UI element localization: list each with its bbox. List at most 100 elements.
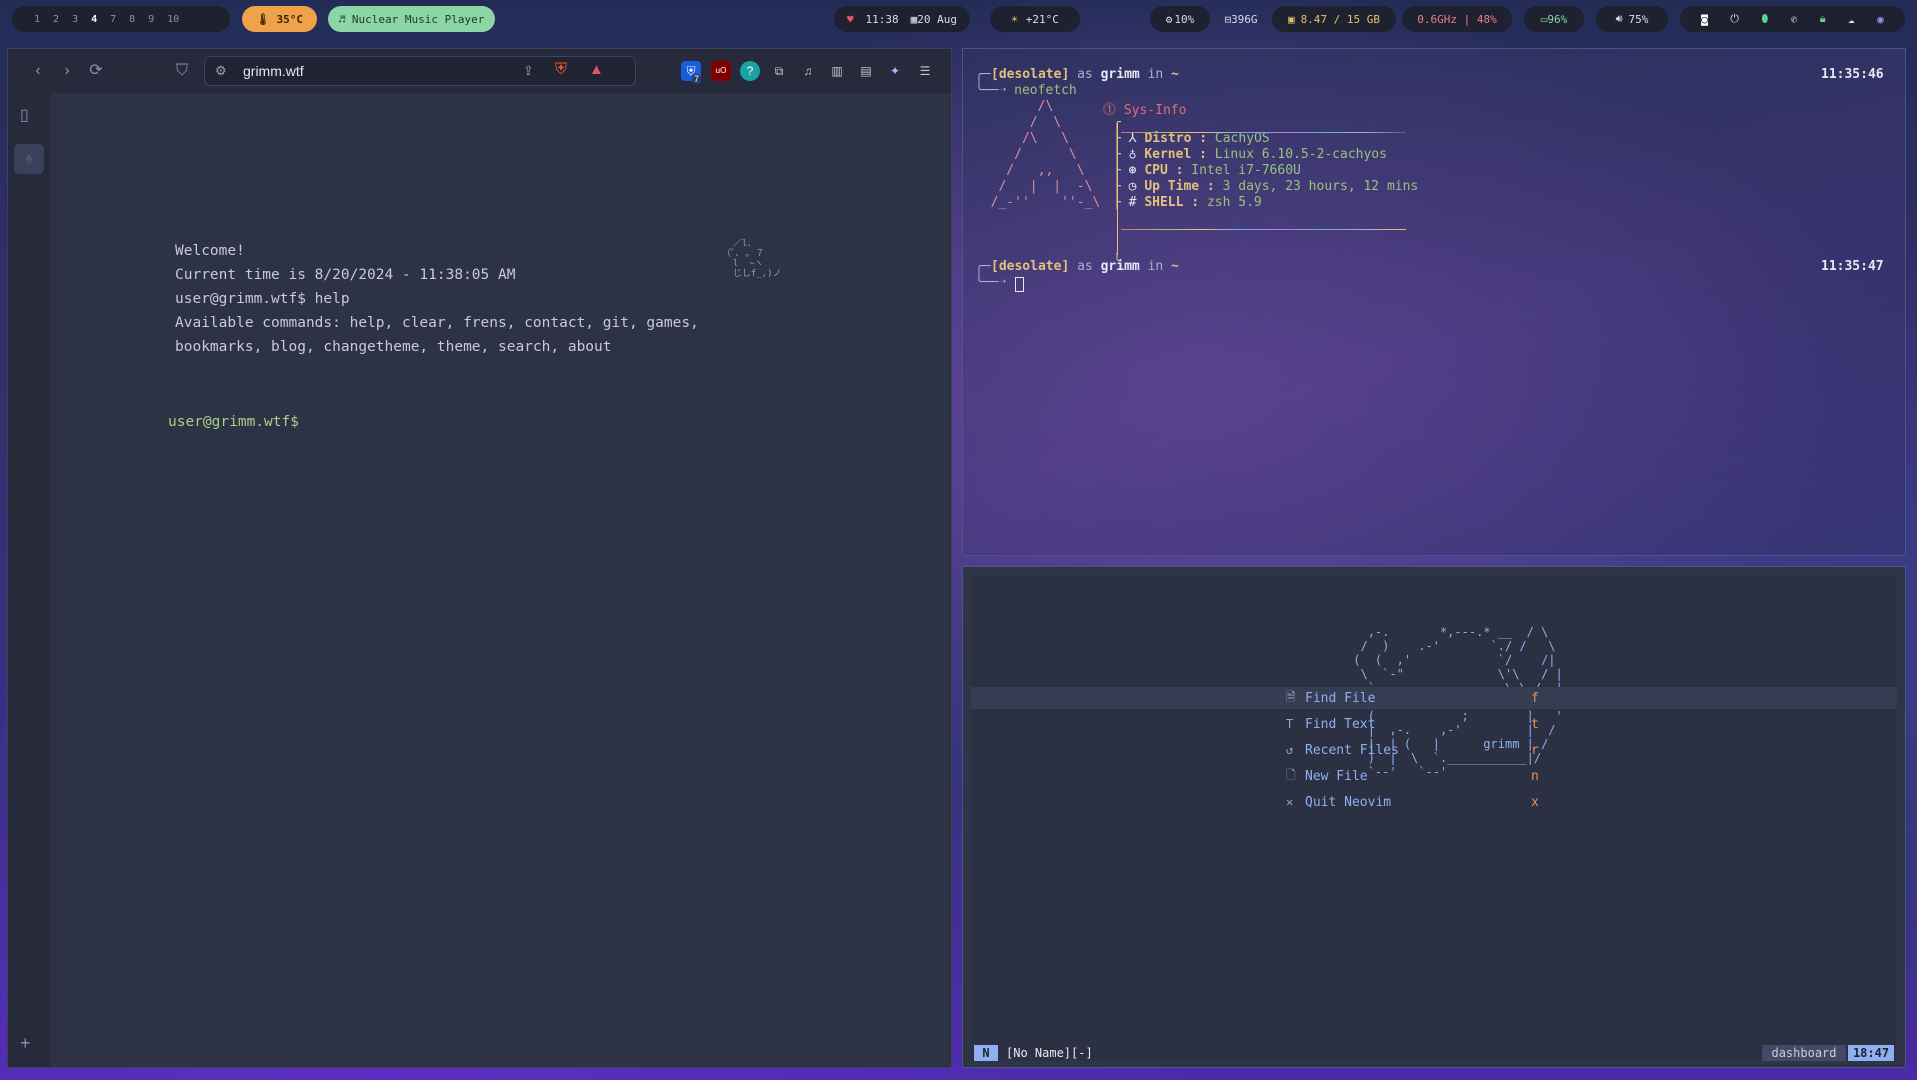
menu-row-quit[interactable]: ✕ Quit Neovim x bbox=[971, 791, 1897, 813]
disk-icon: ⊟ bbox=[1224, 12, 1232, 26]
menu-label-quit: Quit Neovim bbox=[1305, 794, 1392, 810]
menu-label-new-file: New File bbox=[1305, 768, 1368, 784]
system-tray: ◙ ⏻ ⬮ ✆ 🔒︎ ☁ ◉ bbox=[1680, 6, 1905, 32]
workspace-1[interactable]: 1 bbox=[34, 14, 40, 25]
workspace-3[interactable]: 3 bbox=[72, 14, 78, 25]
share-icon[interactable]: ⇪ bbox=[523, 63, 534, 79]
help-output-2: bookmarks, blog, changetheme, theme, sea… bbox=[175, 339, 612, 355]
color-rule-top bbox=[1121, 132, 1406, 133]
new-file-icon: 🗋 bbox=[1286, 767, 1296, 782]
distro-ascii-logo: /\ / \ /\ \ / \ / ,, \ / | | -\ /_-'' ''… bbox=[990, 99, 1101, 210]
workspace-8[interactable]: 8 bbox=[129, 14, 135, 25]
nvim-statusline: N [No Name][-] dashboard 18:47 bbox=[971, 1045, 1897, 1061]
menu-row-find-file[interactable]: 🗎 Find File f bbox=[971, 687, 1897, 709]
workspace-9[interactable]: 9 bbox=[148, 14, 154, 25]
menu-row-new-file[interactable]: 🗋 New File n bbox=[971, 765, 1897, 787]
heart-icon: ♥ bbox=[846, 12, 854, 26]
neovim-window[interactable]: ,-. *,---.* __ / \ / ) .-' `./ / \ ( ( ,… bbox=[962, 566, 1906, 1068]
help-output-1: Available commands: help, clear, frens, … bbox=[175, 315, 699, 331]
lock-icon[interactable]: 🔒︎ bbox=[1820, 12, 1826, 26]
workspace-10[interactable]: 10 bbox=[167, 14, 179, 25]
prompt-time-1: 11:35:46 bbox=[1821, 67, 1884, 82]
memory-widget[interactable]: ▣ 8.47 / 15 GB bbox=[1272, 6, 1396, 32]
camera-icon[interactable]: ◙ bbox=[1701, 13, 1708, 26]
command-history: user@grimm.wtf$ help bbox=[175, 291, 350, 307]
close-icon: ✕ bbox=[1286, 795, 1294, 809]
command-line-2: ╰──➝ bbox=[975, 275, 1007, 290]
mode-indicator: N bbox=[974, 1045, 998, 1061]
memory-icon: ▣ bbox=[1287, 12, 1295, 26]
workspace-switcher: 1 2 3 4 7 8 9 10 bbox=[12, 6, 230, 32]
terminal-cursor bbox=[1015, 277, 1024, 292]
info-row-uptime: ├ ◷ Up Time : 3 days, 23 hours, 12 mins bbox=[1113, 179, 1419, 194]
menu-row-recent-files[interactable]: ↺ Recent Files r bbox=[971, 739, 1897, 761]
disk-widget[interactable]: ⊟ 396G bbox=[1216, 6, 1266, 32]
menu-key-find-file: f bbox=[1531, 690, 1539, 706]
forward-icon[interactable]: › bbox=[57, 61, 77, 81]
menu-key-new-file: n bbox=[1531, 768, 1539, 784]
ublock-icon[interactable]: uO bbox=[711, 61, 731, 81]
workspace-4[interactable]: 4 bbox=[91, 14, 97, 25]
add-icon[interactable]: + bbox=[20, 1033, 31, 1054]
battery-icon: ▭ bbox=[1540, 12, 1548, 26]
music-icon[interactable]: ♫ bbox=[798, 61, 818, 81]
puzzle-icon[interactable]: ⧉ bbox=[769, 61, 789, 81]
shield-icon[interactable]: ⬮ bbox=[1761, 12, 1768, 26]
help-icon[interactable]: ? bbox=[740, 61, 760, 81]
menu-key-recent-files: r bbox=[1531, 742, 1539, 758]
info-row-distro: ├ ⅄ Distro : CachyOS bbox=[1113, 131, 1270, 146]
brave-rewards-icon[interactable]: ▲ bbox=[589, 61, 604, 78]
text-icon: T bbox=[1286, 717, 1294, 731]
temperature-widget[interactable]: 🌡︎ 35°C bbox=[242, 6, 317, 32]
wallet-icon[interactable]: ▤ bbox=[856, 61, 876, 81]
cloud-icon[interactable]: ☁ bbox=[1848, 13, 1855, 26]
url-text: grimm.wtf bbox=[243, 63, 304, 79]
cpu-widget[interactable]: ⚙ 10% bbox=[1150, 6, 1210, 32]
sidebar-app-icon[interactable]: ♠ bbox=[14, 144, 44, 174]
color-rule-bottom bbox=[1121, 229, 1406, 230]
site-settings-icon[interactable]: ⚙ bbox=[215, 63, 227, 79]
info-row-shell: ├ # SHELL : zsh 5.9 bbox=[1113, 195, 1262, 210]
browser-toolbar: ‹ › ⟳ ⛉ ⚙ grimm.wtf ⇪ ⛨ ▲ ⛨ 7 uO ? ⧉ ♫ ▥… bbox=[8, 49, 951, 93]
weather-widget[interactable]: ☀ +21°C bbox=[990, 6, 1080, 32]
cpu-frequency-widget[interactable]: 0.6GHz | 48% bbox=[1402, 6, 1512, 32]
statusline-clock: 18:47 bbox=[1848, 1045, 1894, 1061]
info-row-kernel: ├ ♁ Kernel : Linux 6.10.5-2-cachyos bbox=[1113, 147, 1387, 162]
discord-icon[interactable]: ◉ bbox=[1877, 13, 1884, 26]
menu-label-recent-files: Recent Files bbox=[1305, 742, 1399, 758]
phone-icon[interactable]: ✆ bbox=[1791, 13, 1798, 26]
terminal-window[interactable]: ╭─ [desolate] as grimm in ~ 11:35:46 ╰──… bbox=[962, 48, 1906, 556]
filetype-indicator: dashboard bbox=[1762, 1045, 1846, 1061]
leo-icon[interactable]: ✦ bbox=[885, 61, 905, 81]
status-bar: 1 2 3 4 7 8 9 10 🌡︎ 35°C ♬ Nuclear Music… bbox=[0, 0, 1917, 38]
menu-key-find-text: t bbox=[1531, 716, 1539, 732]
clock-time: 11:38 bbox=[865, 12, 899, 26]
workspace-7[interactable]: 7 bbox=[110, 14, 116, 25]
menu-icon[interactable]: ☰ bbox=[915, 61, 935, 81]
back-icon[interactable]: ‹ bbox=[28, 61, 48, 81]
sidebar-toggle-icon[interactable]: ▯ bbox=[20, 105, 29, 125]
prompt-time-2: 11:35:47 bbox=[1821, 259, 1884, 274]
brave-shield-icon[interactable]: ⛨ bbox=[555, 61, 567, 79]
battery-widget[interactable]: ▭ 96% bbox=[1524, 6, 1584, 32]
power-icon[interactable]: ⏻ bbox=[1730, 12, 1739, 26]
browser-sidebar: ▯ ♠ + bbox=[8, 93, 50, 1067]
menu-row-find-text[interactable]: T Find Text t bbox=[971, 713, 1897, 735]
welcome-text: Welcome! bbox=[175, 243, 245, 259]
menu-label-find-file: Find File bbox=[1305, 690, 1376, 706]
music-widget[interactable]: ♬ Nuclear Music Player bbox=[328, 6, 495, 32]
cat-ascii-art: ／l、 （ﾟ､ ｡ ７ l ~ヽ じしf_,)ノ bbox=[722, 239, 782, 279]
clock-widget[interactable]: ♥ 11:38 ▦20 Aug bbox=[834, 6, 970, 32]
browser-window: ‹ › ⟳ ⛉ ⚙ grimm.wtf ⇪ ⛨ ▲ ⛨ 7 uO ? ⧉ ♫ ▥… bbox=[7, 48, 952, 1068]
workspace-2[interactable]: 2 bbox=[53, 14, 59, 25]
sidebar-icon[interactable]: ▥ bbox=[827, 61, 847, 81]
bookmark-icon[interactable]: ⛉ bbox=[172, 61, 192, 81]
prompt-line-1: [desolate] as grimm in ~ bbox=[991, 67, 1179, 82]
reload-icon[interactable]: ⟳ bbox=[86, 61, 106, 81]
info-row-cpu: ├ ⊛ CPU : Intel i7-7660U bbox=[1113, 163, 1301, 178]
command-prompt[interactable]: user@grimm.wtf$ bbox=[168, 414, 299, 430]
address-bar[interactable]: ⚙ grimm.wtf ⇪ ⛨ ▲ bbox=[204, 56, 636, 86]
menu-label-find-text: Find Text bbox=[1305, 716, 1376, 732]
volume-widget[interactable]: 🔊︎ 75% bbox=[1596, 6, 1668, 32]
cpu-icon: ⚙ bbox=[1165, 12, 1173, 26]
